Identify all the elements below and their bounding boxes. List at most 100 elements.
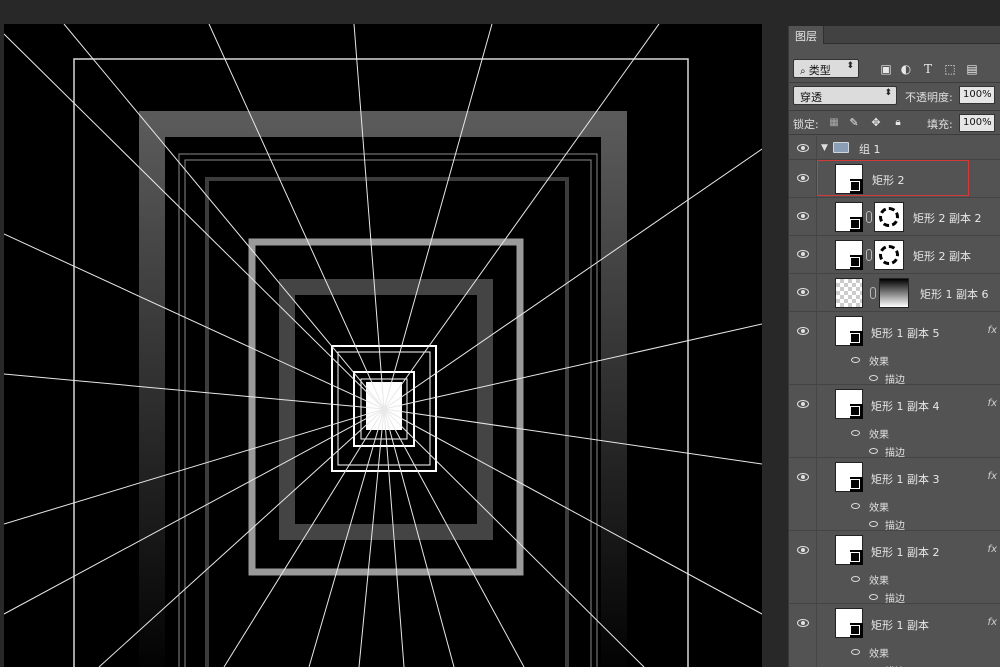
opacity-label: 不透明度: [905,91,953,104]
effects-label: 效果 [869,357,889,368]
layer-row[interactable]: 矩形 2 副本 2 [789,198,1000,236]
lock-transparent-icon[interactable]: ▦ [827,116,841,130]
layer-row[interactable]: 矩形 1 副本 6 [789,274,1000,312]
link-icon[interactable] [866,249,872,261]
layer-row[interactable]: 矩形 1 副本 2 fx 效果 描边 [789,531,1000,605]
lock-position-icon[interactable]: ✥ [869,116,883,130]
visibility-toggle[interactable] [789,604,817,667]
lock-all-icon[interactable]: 🔒︎ [891,116,905,130]
effects-label: 效果 [869,649,889,660]
layer-row[interactable]: 矩形 2 副本 [789,236,1000,274]
ray-line [4,408,385,525]
layer-name: 矩形 1 副本 3 [871,473,940,486]
group-name: 组 1 [859,143,881,156]
effects-label: 效果 [869,503,889,514]
folder-icon [833,142,849,153]
layer-row[interactable]: 矩形 1 副本 fx 效果 描边 [789,604,1000,667]
stroke-effect-label[interactable]: 描边 [885,663,905,667]
visibility-toggle[interactable] [789,274,817,311]
eye-icon [797,546,809,554]
fx-icon[interactable]: fx [988,398,997,409]
canvas[interactable] [4,24,762,667]
layer-thumbnail [835,316,863,346]
visibility-toggle[interactable] [789,236,817,273]
layer-name: 矩形 1 副本 [871,619,929,632]
artwork [4,24,762,667]
visibility-toggle[interactable] [789,198,817,235]
lock-row: 锁定: ▦ ✎ ✥ 🔒︎ 填充: 100% [789,112,1000,134]
opacity-field[interactable]: 100% [959,86,995,104]
eye-icon[interactable] [851,357,860,363]
layer-filter-dropdown[interactable]: ⌕ 类型 ⬍ [793,59,859,78]
type-filter-icon[interactable]: T [921,62,935,76]
visibility-toggle[interactable] [789,160,817,197]
stroke-effect-label[interactable]: 描边 [885,590,905,605]
eye-icon [797,250,809,258]
ray-line [4,373,385,410]
eye-icon[interactable] [869,521,878,527]
photoshop-window: 图层 ⌕ 类型 ⬍ ▣ ◐ T ⬚ ▤ 穿透 ⬍ 不透明度: 100% 锁定: … [0,0,1000,667]
eye-icon [797,144,809,152]
fill-label: 填充: [927,118,953,131]
ray-line [353,24,385,410]
smart-object-filter-icon[interactable]: ▤ [965,62,979,76]
stroke-effect-label[interactable]: 描边 [885,371,905,386]
shape-filter-icon[interactable]: ⬚ [943,62,957,76]
link-icon[interactable] [870,287,876,299]
fx-icon[interactable]: fx [988,471,997,482]
layer-name: 矩形 1 副本 6 [920,288,989,301]
stroke-effect-label[interactable]: 描边 [885,517,905,532]
layer-name: 矩形 2 副本 [913,250,971,263]
lock-brush-icon[interactable]: ✎ [847,116,861,130]
layer-group-row[interactable]: ▼ 组 1 [789,136,1000,160]
layer-row[interactable]: 矩形 1 副本 5 fx 效果 描边 [789,312,1000,386]
visibility-toggle[interactable] [789,531,817,603]
pixel-filter-icon[interactable]: ▣ [879,62,893,76]
layer-row[interactable]: 矩形 1 副本 3 fx 效果 描边 [789,458,1000,532]
blend-mode-dropdown[interactable]: 穿透 ⬍ [793,86,897,105]
fx-icon[interactable]: fx [988,617,997,628]
vector-icon [850,625,860,635]
adjustment-filter-icon[interactable]: ◐ [899,62,913,76]
stroke-effect-label[interactable]: 描边 [885,444,905,459]
layers-panel: 图层 ⌕ 类型 ⬍ ▣ ◐ T ⬚ ▤ 穿透 ⬍ 不透明度: 100% 锁定: … [788,26,1000,667]
eye-icon[interactable] [851,649,860,655]
visibility-toggle[interactable] [789,385,817,457]
layer-row[interactable]: 矩形 2 [789,160,1000,198]
eye-icon[interactable] [851,576,860,582]
filter-label: 类型 [808,64,831,77]
eye-icon [797,400,809,408]
tab-layers[interactable]: 图层 [789,26,824,44]
eye-icon[interactable] [869,448,878,454]
layers-list: ▼ 组 1 矩形 2 矩形 2 副本 2 矩形 2 副本 矩形 1 副本 6 矩… [789,136,1000,667]
vector-icon [850,479,860,489]
eye-icon [797,473,809,481]
visibility-toggle[interactable] [789,312,817,384]
fx-icon[interactable]: fx [988,325,997,336]
eye-icon[interactable] [869,375,878,381]
layer-thumbnail [835,608,863,638]
eye-icon[interactable] [851,503,860,509]
layer-thumbnail [835,202,863,232]
ray-line [63,24,385,410]
vector-icon [850,257,860,267]
ray-line [4,33,385,410]
fx-icon[interactable]: fx [988,544,997,555]
eye-icon[interactable] [869,594,878,600]
layer-name: 矩形 1 副本 5 [871,327,940,340]
layer-thumbnail [835,462,863,492]
layer-row[interactable]: 矩形 1 副本 4 fx 效果 描边 [789,385,1000,459]
link-icon[interactable] [866,211,872,223]
document-area [0,0,788,667]
fill-field[interactable]: 100% [959,114,995,132]
ray-line [383,323,762,410]
chevron-down-icon[interactable]: ▼ [821,143,828,153]
eye-icon [797,174,809,182]
vector-icon [850,333,860,343]
gradient-mask-thumbnail [879,278,909,308]
visibility-toggle[interactable] [789,458,817,530]
chevron-updown-icon: ⬍ [846,61,854,71]
visibility-toggle[interactable] [789,136,817,159]
eye-icon[interactable] [851,430,860,436]
vector-icon [850,406,860,416]
